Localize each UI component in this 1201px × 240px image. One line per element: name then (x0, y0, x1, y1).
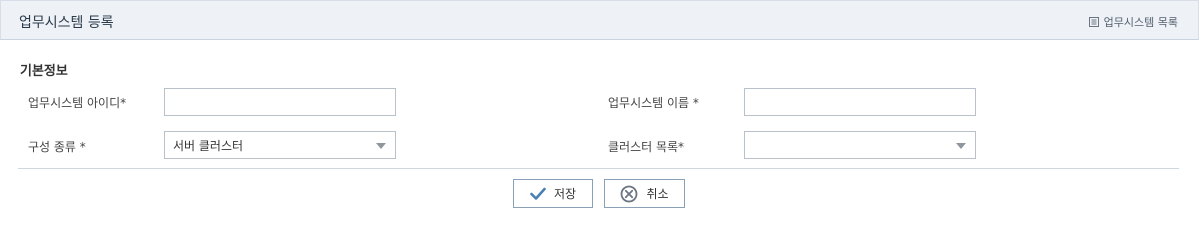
save-button-label: 저장 (553, 187, 577, 201)
config-type-select[interactable]: 서버 클러스터 (164, 131, 396, 159)
system-name-label: 업무시스템 이름 * (608, 96, 699, 110)
chevron-down-icon (956, 143, 966, 149)
config-type-label: 구성 종류 * (28, 140, 86, 154)
system-id-label: 업무시스템 아이디* (28, 96, 127, 110)
cancel-button[interactable]: 취소 (604, 179, 685, 208)
system-name-input[interactable] (744, 88, 976, 116)
cancel-circle-x-icon (620, 185, 638, 203)
list-icon (1088, 17, 1099, 27)
section-title: 기본정보 (20, 64, 68, 79)
system-list-link[interactable]: 업무시스템 목록 (1088, 14, 1178, 30)
config-type-selected: 서버 클러스터 (173, 138, 244, 153)
cluster-list-select[interactable] (744, 131, 976, 159)
check-icon (530, 187, 546, 201)
cancel-button-label: 취소 (646, 187, 669, 201)
chevron-down-icon (376, 143, 386, 149)
form-divider (18, 168, 1179, 169)
cluster-list-label: 클러스터 목록* (608, 140, 685, 154)
system-id-input[interactable] (164, 88, 396, 116)
page-header: 업무시스템 등록 업무시스템 목록 (0, 0, 1199, 40)
system-list-link-label: 업무시스템 목록 (1103, 16, 1178, 29)
save-button[interactable]: 저장 (513, 179, 593, 208)
page-title: 업무시스템 등록 (19, 15, 114, 31)
